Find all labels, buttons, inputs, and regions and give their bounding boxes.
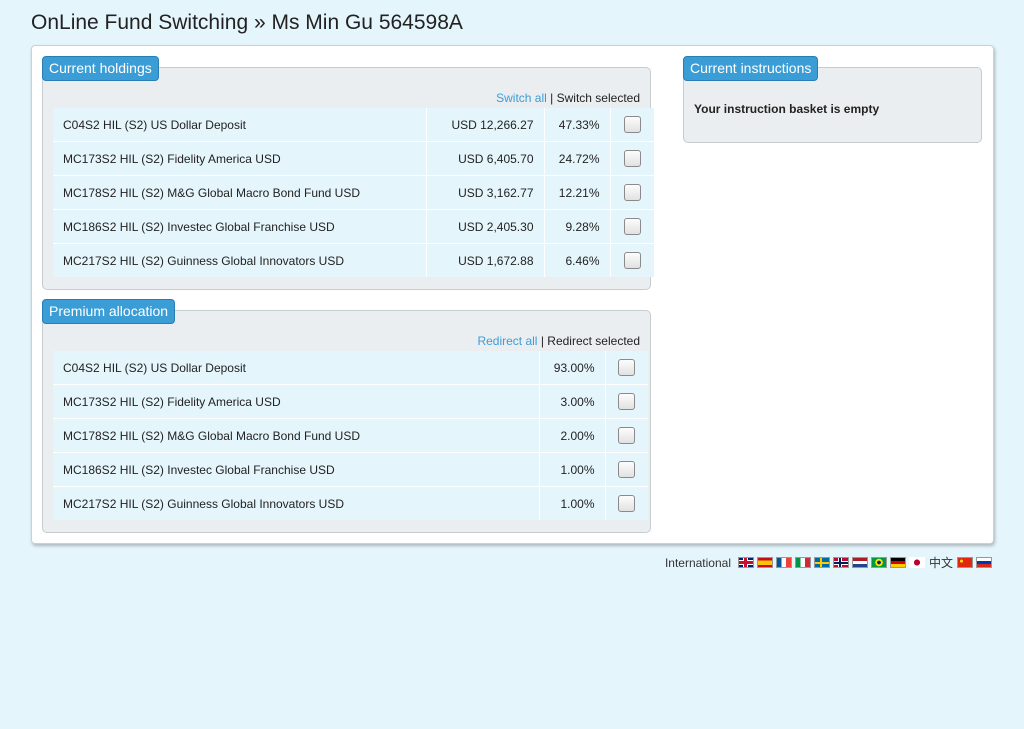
norway-flag-icon[interactable] (832, 557, 849, 568)
select-checkbox[interactable] (623, 184, 641, 201)
fund-percentage: 47.33% (544, 108, 611, 142)
table-row: MC173S2 HIL (S2) Fidelity America USD US… (53, 141, 654, 176)
fund-name: MC178S2 HIL (S2) M&G Global Macro Bond F… (53, 175, 427, 210)
redirect-all-link[interactable]: Redirect all (477, 334, 537, 348)
allocation-percentage: 3.00% (539, 384, 606, 419)
premium-table: C04S2 HIL (S2) US Dollar Deposit 93.00% … (53, 351, 648, 520)
germany-flag-icon[interactable] (889, 557, 906, 568)
table-row: MC178S2 HIL (S2) M&G Global Macro Bond F… (53, 175, 654, 210)
japan-flag-icon[interactable] (908, 557, 925, 568)
table-row: C04S2 HIL (S2) US Dollar Deposit 93.00% (53, 351, 648, 385)
select-checkbox[interactable] (618, 461, 636, 478)
empty-basket-message: Your instruction basket is empty (694, 102, 880, 116)
switch-selected-link[interactable]: Switch selected (557, 91, 640, 105)
fund-name: C04S2 HIL (S2) US Dollar Deposit (53, 108, 427, 142)
fund-name: C04S2 HIL (S2) US Dollar Deposit (53, 351, 540, 385)
table-row: MC217S2 HIL (S2) Guinness Global Innovat… (53, 486, 648, 520)
allocation-percentage: 1.00% (539, 486, 606, 520)
current-instructions-legend: Current instructions (683, 56, 819, 81)
select-checkbox[interactable] (623, 218, 641, 235)
fund-name: MC186S2 HIL (S2) Investec Global Franchi… (53, 209, 427, 244)
current-holdings-legend: Current holdings (42, 56, 159, 81)
chinese-language-link[interactable]: 中文 (929, 554, 953, 571)
brazil-flag-icon[interactable] (870, 557, 887, 568)
current-holdings-section: Current holdings Switch all | Switch sel… (42, 56, 654, 290)
premium-allocation-legend: Premium allocation (42, 299, 176, 324)
fund-value: USD 1,672.88 (426, 243, 545, 277)
premium-actions: Redirect all | Redirect selected (477, 334, 640, 348)
allocation-percentage: 2.00% (539, 418, 606, 453)
select-checkbox[interactable] (623, 252, 641, 269)
table-row: MC186S2 HIL (S2) Investec Global Franchi… (53, 209, 654, 244)
page-title: OnLine Fund Switching » Ms Min Gu 564598… (31, 11, 463, 34)
switch-all-link[interactable]: Switch all (496, 91, 547, 105)
fund-percentage: 24.72% (544, 141, 611, 176)
main-panel: Current holdings Switch all | Switch sel… (31, 45, 994, 544)
fund-name: MC173S2 HIL (S2) Fidelity America USD (53, 384, 540, 419)
table-row: MC186S2 HIL (S2) Investec Global Franchi… (53, 452, 648, 487)
separator: | (540, 334, 544, 348)
select-checkbox[interactable] (618, 427, 636, 444)
fund-value: USD 2,405.30 (426, 209, 545, 244)
select-checkbox[interactable] (618, 495, 636, 512)
select-checkbox[interactable] (618, 359, 636, 376)
netherlands-flag-icon[interactable] (851, 557, 868, 568)
allocation-percentage: 1.00% (539, 452, 606, 487)
fund-value: USD 12,266.27 (426, 108, 545, 142)
premium-allocation-section: Premium allocation Redirect all | Redire… (42, 299, 651, 533)
allocation-percentage: 93.00% (539, 351, 606, 385)
separator: | (550, 91, 554, 105)
select-checkbox[interactable] (623, 116, 641, 133)
redirect-selected-link[interactable]: Redirect selected (547, 334, 640, 348)
france-flag-icon[interactable] (775, 557, 792, 568)
china-flag-icon[interactable] (957, 557, 973, 568)
uk-flag-icon[interactable] (737, 557, 754, 568)
language-selector: International 中文 (665, 554, 992, 571)
table-row: MC178S2 HIL (S2) M&G Global Macro Bond F… (53, 418, 648, 453)
fund-name: MC217S2 HIL (S2) Guinness Global Innovat… (53, 486, 540, 520)
select-checkbox[interactable] (618, 393, 636, 410)
international-label: International (664, 555, 731, 570)
holdings-actions: Switch all | Switch selected (496, 91, 640, 105)
spain-flag-icon[interactable] (756, 557, 773, 568)
sweden-flag-icon[interactable] (813, 557, 830, 568)
russia-flag-icon[interactable] (976, 557, 992, 568)
fund-name: MC178S2 HIL (S2) M&G Global Macro Bond F… (53, 418, 540, 453)
select-checkbox[interactable] (623, 150, 641, 167)
table-row: MC217S2 HIL (S2) Guinness Global Innovat… (53, 243, 654, 277)
table-row: C04S2 HIL (S2) US Dollar Deposit USD 12,… (53, 108, 654, 142)
table-row: MC173S2 HIL (S2) Fidelity America USD 3.… (53, 384, 648, 419)
italy-flag-icon[interactable] (794, 557, 811, 568)
fund-name: MC173S2 HIL (S2) Fidelity America USD (53, 141, 427, 176)
fund-percentage: 9.28% (544, 209, 611, 244)
fund-percentage: 12.21% (544, 175, 611, 210)
holdings-table: C04S2 HIL (S2) US Dollar Deposit USD 12,… (53, 108, 654, 277)
fund-name: MC217S2 HIL (S2) Guinness Global Innovat… (53, 243, 427, 277)
fund-name: MC186S2 HIL (S2) Investec Global Franchi… (53, 452, 540, 487)
current-instructions-section: Current instructions Your instruction ba… (683, 56, 982, 143)
fund-percentage: 6.46% (544, 243, 611, 277)
fund-value: USD 3,162.77 (426, 175, 545, 210)
fund-value: USD 6,405.70 (426, 141, 545, 176)
